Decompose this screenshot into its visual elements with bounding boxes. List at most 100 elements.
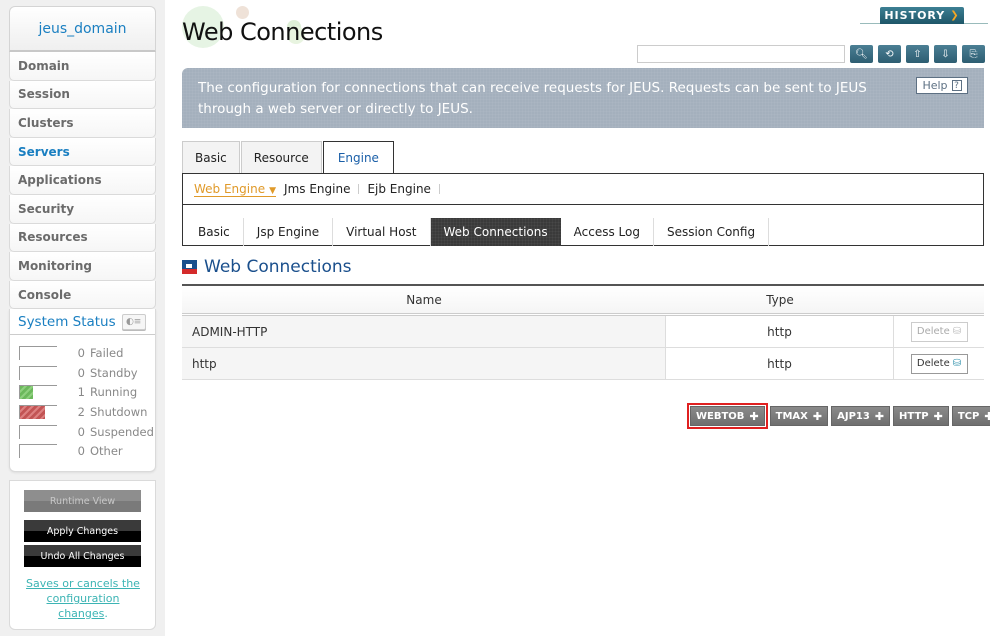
delete-button[interactable]: Delete ⛁	[910, 353, 968, 374]
search-button[interactable]: 🔍︎	[850, 45, 873, 63]
status-row-standby: 0 Standby	[19, 363, 155, 383]
add-icon: ✚	[874, 409, 885, 423]
refresh-button[interactable]: ⟲	[878, 45, 901, 63]
status-count: 1	[77, 385, 85, 400]
column-header-type[interactable]: Type	[666, 286, 894, 313]
status-row-failed: 0 Failed	[19, 343, 155, 363]
cell-name[interactable]: ADMIN-HTTP	[182, 316, 666, 347]
table-row[interactable]: ADMIN-HTTP http Delete ⛁	[182, 316, 984, 348]
add-tcp-button[interactable]: TCP ✚	[951, 406, 990, 426]
status-bar	[19, 444, 57, 459]
delete-icon: ⛁	[952, 326, 962, 337]
status-row-other: 0 Other	[19, 441, 155, 461]
search-input[interactable]	[637, 45, 845, 63]
tab-web-engine[interactable]: Web Engine ▼	[194, 182, 277, 197]
engine-tabs: Web Engine ▼ Jms Engine Ejb Engine	[194, 179, 448, 199]
tab-resource[interactable]: Resource	[240, 141, 322, 174]
engine-tabs-panel: Web Engine ▼ Jms Engine Ejb Engine Basic …	[182, 173, 984, 246]
changes-note-link[interactable]: Saves or cancels the configuration chang…	[26, 577, 140, 620]
sidebar-item-monitoring[interactable]: Monitoring	[9, 252, 156, 281]
sidebar-item-resources[interactable]: Resources	[9, 223, 156, 253]
changes-note: Saves or cancels the configuration chang…	[20, 576, 146, 621]
status-label: Other	[90, 444, 123, 459]
status-count: 2	[77, 404, 85, 419]
sidebar-item-domain[interactable]: Domain	[9, 52, 156, 81]
undo-all-changes-button[interactable]: Undo All Changes	[24, 545, 141, 567]
xml-upload-button[interactable]: ⇧	[906, 45, 929, 63]
table-row[interactable]: http http Delete ⛁	[182, 348, 984, 380]
status-bar	[19, 346, 57, 361]
delete-button: Delete ⛁	[910, 321, 968, 342]
column-header-name[interactable]: Name	[182, 286, 666, 313]
status-count: 0	[77, 346, 85, 361]
xml-download-icon: ⇩	[941, 48, 950, 60]
table-header: Name Type	[182, 284, 984, 316]
xml-upload-icon: ⇧	[913, 48, 922, 60]
cell-type: http	[666, 348, 894, 379]
description-box: The configuration for connections that c…	[182, 68, 984, 128]
cell-name[interactable]: http	[182, 348, 666, 379]
status-label: Standby	[90, 365, 138, 380]
add-tmax-button[interactable]: TMAX ✚	[769, 406, 829, 426]
apply-changes-button[interactable]: Apply Changes	[24, 520, 141, 542]
tab-engine[interactable]: Engine	[322, 141, 394, 174]
status-label: Failed	[90, 346, 124, 361]
add-webtob-button[interactable]: WEBTOB ✚	[687, 403, 768, 429]
top-tabs: Basic Resource Engine	[182, 141, 395, 174]
tab-session-config[interactable]: Session Config	[654, 218, 770, 246]
add-icon: ✚	[749, 409, 759, 423]
add-http-label: HTTP	[899, 410, 929, 422]
tab-jms-engine[interactable]: Jms Engine	[284, 182, 350, 196]
divider	[183, 204, 983, 205]
status-row-suspended: 0 Suspended	[19, 422, 155, 442]
cell-action: Delete ⛁	[894, 316, 984, 347]
add-ajp13-button[interactable]: AJP13 ✚	[831, 406, 891, 426]
tab-virtual-host[interactable]: Virtual Host	[333, 218, 431, 246]
sidebar-item-servers[interactable]: Servers	[9, 137, 156, 167]
domain-name[interactable]: jeus_domain	[9, 6, 156, 52]
changes-note-tail: .	[104, 607, 108, 620]
status-row-running: 1 Running	[19, 383, 155, 403]
status-label: Shutdown	[90, 404, 148, 419]
sidebar-item-security[interactable]: Security	[9, 194, 156, 224]
status-bar	[19, 385, 57, 400]
refresh-icon: ⟲	[885, 48, 894, 60]
sidebar-nav: Domain Session Clusters Servers Applicat…	[9, 52, 156, 310]
status-count: 0	[77, 424, 85, 439]
runtime-view-button[interactable]: Runtime View	[24, 490, 141, 512]
status-bar	[19, 404, 57, 419]
help-label: Help	[922, 79, 948, 92]
tab-ejb-engine[interactable]: Ejb Engine	[367, 182, 430, 196]
status-label: Running	[90, 385, 138, 400]
system-status-header: System Status ◐≡	[10, 309, 155, 336]
sidebar-item-clusters[interactable]: Clusters	[9, 109, 156, 138]
export-button[interactable]: ⎘	[962, 45, 985, 63]
sidebar-item-applications[interactable]: Applications	[9, 166, 156, 195]
add-tmax-label: TMAX	[775, 410, 808, 422]
xml-download-button[interactable]: ⇩	[934, 45, 957, 63]
cell-type: http	[666, 316, 894, 347]
help-button[interactable]: Help?	[916, 77, 968, 94]
tab-access-log[interactable]: Access Log	[561, 218, 654, 246]
caret-down-icon: ▼	[269, 185, 277, 196]
status-view-toggle-icon[interactable]: ◐≡	[121, 313, 146, 330]
tab-basic[interactable]: Basic	[182, 141, 240, 174]
history-button[interactable]: HISTORY ❯	[880, 7, 964, 24]
add-webtob-label: WEBTOB	[696, 410, 745, 422]
tab-jsp-engine[interactable]: Jsp Engine	[244, 218, 334, 246]
sidebar-item-session[interactable]: Session	[9, 80, 156, 110]
status-bar-fill	[20, 405, 46, 419]
add-connection-buttons: WEBTOB ✚ TMAX ✚ AJP13 ✚ HTTP ✚ TCP ✚	[687, 403, 990, 429]
tab-web-connections[interactable]: Web Connections	[430, 218, 561, 246]
search-icon: 🔍︎	[855, 48, 868, 60]
sidebar-item-console[interactable]: Console	[9, 280, 156, 310]
sidebar: jeus_domain Domain Session Clusters Serv…	[9, 6, 156, 472]
connections-table: Name Type ADMIN-HTTP http Delete ⛁ http h…	[182, 284, 984, 380]
add-http-button[interactable]: HTTP ✚	[893, 406, 949, 426]
cell-action: Delete ⛁	[894, 348, 984, 379]
section-flag-icon	[182, 260, 197, 274]
status-count: 0	[77, 444, 85, 459]
add-tcp-label: TCP	[957, 410, 980, 422]
history-label: HISTORY	[884, 9, 946, 22]
tab-config-basic[interactable]: Basic	[183, 218, 244, 246]
